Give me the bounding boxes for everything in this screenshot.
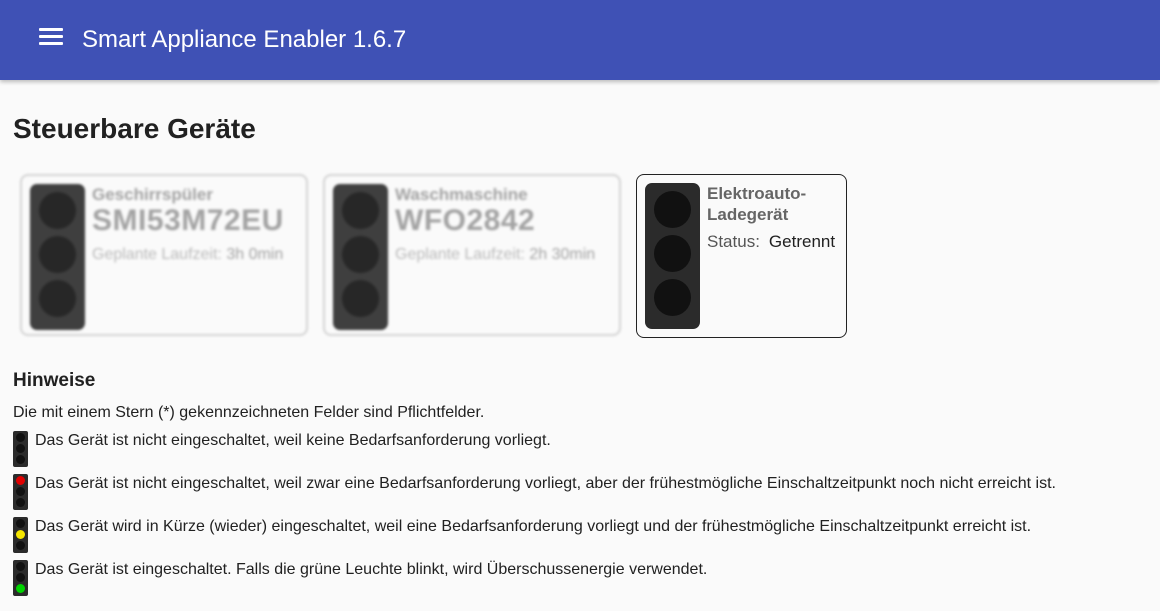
page-title: Steuerbare Geräte xyxy=(13,113,256,144)
traffic-light-top-lamp xyxy=(39,192,76,229)
traffic-light-middle-lamp xyxy=(654,235,691,272)
planned-runtime-value: 2h 30min xyxy=(529,246,596,263)
device-type: Geschirrspüler xyxy=(92,185,213,204)
hint-text: Das Gerät ist nicht eingeschaltet, weil … xyxy=(35,475,1056,492)
device-type-line: Elektroauto- xyxy=(707,184,807,203)
traffic-light-yellow-icon xyxy=(13,517,28,553)
traffic-light-middle-lamp xyxy=(342,236,379,273)
status-value: Getrennt xyxy=(768,232,836,251)
traffic-light-bottom-lamp xyxy=(342,280,379,317)
device-model: SMI53M72EU xyxy=(92,204,284,237)
traffic-light-off-icon xyxy=(13,431,28,467)
traffic-light-middle-lamp xyxy=(39,236,76,273)
device-type: Elektroauto- Ladegerät xyxy=(707,183,847,225)
traffic-light-bottom-lamp xyxy=(654,279,691,316)
planned-runtime-value: 3h 0min xyxy=(226,246,284,263)
traffic-light-top-lamp xyxy=(654,191,691,228)
device-type-line: Ladegerät xyxy=(707,205,789,224)
traffic-light-bottom-lamp xyxy=(39,280,76,317)
traffic-light-icon xyxy=(333,184,388,330)
device-status: Status: Getrennt xyxy=(707,231,835,253)
traffic-light-red-icon xyxy=(13,474,28,510)
traffic-light-top-lamp xyxy=(342,192,379,229)
device-card-dishwasher[interactable]: Geschirrspüler SMI53M72EU Geplante Laufz… xyxy=(20,174,308,336)
traffic-light-green-icon xyxy=(13,560,28,596)
device-card-washing-machine[interactable]: Waschmaschine WFO2842 Geplante Laufzeit:… xyxy=(323,174,621,336)
planned-runtime: Geplante Laufzeit: 2h 30min xyxy=(395,245,595,265)
device-type: Waschmaschine xyxy=(395,185,528,204)
device-model: WFO2842 xyxy=(395,204,536,237)
planned-runtime-label: Geplante Laufzeit: xyxy=(395,246,525,263)
traffic-light-icon xyxy=(645,183,700,329)
planned-runtime-label: Geplante Laufzeit: xyxy=(92,246,222,263)
app-toolbar: Smart Appliance Enabler 1.6.7 xyxy=(0,0,1160,80)
status-label: Status: xyxy=(707,232,760,251)
device-card-ev-charger[interactable]: Elektroauto- Ladegerät Status: Getrennt xyxy=(636,174,847,338)
hamburger-menu-icon[interactable] xyxy=(32,22,68,58)
hint-text: Das Gerät ist eingeschaltet. Falls die g… xyxy=(35,561,708,578)
hint-text: Das Gerät wird in Kürze (wieder) eingesc… xyxy=(35,518,1032,535)
hint-text: Das Gerät ist nicht eingeschaltet, weil … xyxy=(35,432,551,449)
planned-runtime: Geplante Laufzeit: 3h 0min xyxy=(92,245,283,265)
hints-heading: Hinweise xyxy=(13,370,96,391)
app-title: Smart Appliance Enabler 1.6.7 xyxy=(82,26,407,53)
required-fields-note: Die mit einem Stern (*) gekennzeichneten… xyxy=(13,404,485,421)
traffic-light-icon xyxy=(30,184,85,330)
